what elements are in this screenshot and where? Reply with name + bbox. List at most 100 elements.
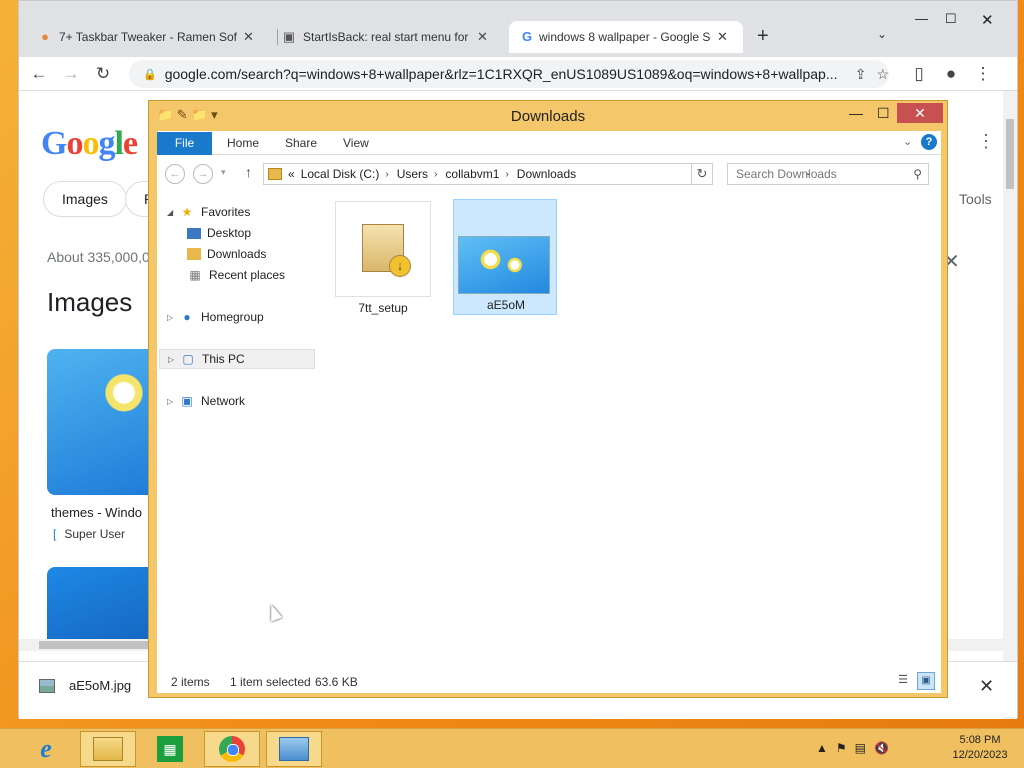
vertical-scrollbar[interactable] <box>1003 91 1017 719</box>
close-icon[interactable]: ✕ <box>979 676 994 697</box>
side-panel-icon[interactable]: ▯ <box>907 62 931 86</box>
installer-icon: ↓ <box>362 224 411 277</box>
recent-locations-icon[interactable]: ▾ <box>221 167 226 178</box>
close-icon[interactable]: ✕ <box>897 103 943 123</box>
chevron-down-icon[interactable]: ⌄ <box>877 27 887 41</box>
nav-label: Desktop <box>207 226 252 240</box>
image-result-thumbnail[interactable] <box>47 567 157 647</box>
store-icon: ▦ <box>157 736 183 762</box>
reload-icon[interactable]: ↻ <box>91 62 115 86</box>
expand-arrow-icon[interactable]: ▷ <box>167 313 177 322</box>
star-icon[interactable]: ☆ <box>876 66 889 83</box>
taskbar-file-explorer[interactable] <box>80 731 136 767</box>
nav-desktop[interactable]: Desktop <box>187 226 251 240</box>
image-result-thumbnail[interactable] <box>47 349 157 495</box>
tab-google-search[interactable]: G windows 8 wallpaper - Google Search ✕ <box>509 21 743 53</box>
file-name: aE5oM <box>486 298 526 312</box>
network-icon: ▣ <box>181 394 193 408</box>
tab-close-icon[interactable]: ✕ <box>477 29 488 45</box>
tab-close-icon[interactable]: ✕ <box>717 29 728 45</box>
nav-label: Homegroup <box>201 310 264 324</box>
file-list: ↓ 7tt_setup aE5oM <box>333 197 939 637</box>
back-arrow-icon[interactable]: ← <box>165 164 185 184</box>
breadcrumb-collabvm1[interactable]: collabvm1 <box>445 167 499 181</box>
nav-recent-places[interactable]: ▦ Recent places <box>187 268 285 282</box>
show-hidden-icons-icon[interactable]: ▲ <box>816 741 828 755</box>
chevron-right-icon[interactable]: › <box>505 169 508 180</box>
maximize-icon[interactable]: ☐ <box>877 105 890 122</box>
breadcrumb-users[interactable]: Users <box>397 167 428 181</box>
breadcrumb[interactable]: « Local Disk (C:) › Users › collabvm1 › … <box>263 163 812 185</box>
minimize-icon[interactable]: — <box>915 11 928 26</box>
file-item[interactable]: ↓ 7tt_setup <box>335 201 431 315</box>
tab-separator <box>277 29 278 45</box>
address-bar[interactable]: 🔒 google.com/search?q=windows+8+wallpape… <box>129 60 889 88</box>
new-tab-icon[interactable]: + <box>757 25 769 48</box>
tab-strip: ● 7+ Taskbar Tweaker - Ramen Software ✕ … <box>19 1 1017 57</box>
search-input[interactable]: Search Downloads ⚲ <box>727 163 929 185</box>
tab-home[interactable]: Home <box>227 136 259 150</box>
computer-icon: ▢ <box>182 352 194 366</box>
nav-this-pc[interactable]: ▷ ▢ This PC <box>159 349 315 369</box>
image-result-caption[interactable]: themes - Windo <box>51 505 142 520</box>
chevron-right-icon[interactable]: › <box>434 169 437 180</box>
breadcrumb-downloads[interactable]: Downloads <box>517 167 576 181</box>
tab-view[interactable]: View <box>343 136 369 150</box>
breadcrumb-prefix[interactable]: « <box>288 167 295 181</box>
internet-explorer-icon: e <box>40 734 52 763</box>
share-icon[interactable]: ⇪ <box>855 66 867 83</box>
minimize-icon[interactable]: — <box>849 105 863 121</box>
back-arrow-icon[interactable]: ← <box>27 62 51 86</box>
menu-icon[interactable]: ⋮ <box>971 62 995 86</box>
file-item-selected[interactable]: aE5oM <box>453 199 557 315</box>
url-text: google.com/search?q=windows+8+wallpaper&… <box>164 66 838 82</box>
flag-icon[interactable]: ⚑ <box>836 741 847 755</box>
up-arrow-icon[interactable]: ↑ <box>245 164 252 180</box>
star-icon: ★ <box>181 205 193 219</box>
nav-downloads[interactable]: Downloads <box>187 247 266 261</box>
browser-toolbar: ← → ↻ 🔒 google.com/search?q=windows+8+wa… <box>19 57 1017 91</box>
network-status-icon[interactable]: ▤ <box>855 741 866 755</box>
tab-taskbar-tweaker[interactable]: ● 7+ Taskbar Tweaker - Ramen Software ✕ <box>37 21 273 53</box>
tab-share[interactable]: Share <box>285 136 317 150</box>
help-icon[interactable]: ? <box>921 134 937 150</box>
download-item[interactable]: aE5oM.jpg <box>39 678 131 693</box>
chevron-right-icon[interactable]: › <box>385 169 388 180</box>
superuser-icon: [ <box>53 527 57 541</box>
desktop-icon <box>187 227 201 239</box>
expand-arrow-icon[interactable]: ▷ <box>167 397 177 406</box>
nav-network[interactable]: ▷ ▣ Network <box>167 394 245 408</box>
breadcrumb-local-disk[interactable]: Local Disk (C:) <box>301 167 380 181</box>
nav-label: This PC <box>202 352 245 366</box>
expand-arrow-icon[interactable]: ▷ <box>168 355 178 364</box>
refresh-icon[interactable]: ↻ <box>691 163 713 185</box>
close-icon[interactable]: ✕ <box>981 11 994 29</box>
forward-arrow-icon[interactable]: → <box>193 164 213 184</box>
tools-button[interactable]: Tools <box>959 191 992 207</box>
file-name: 7tt_setup <box>358 301 408 315</box>
tab-startisback[interactable]: ▣ StartIsBack: real start menu for Windo… <box>281 21 499 53</box>
nav-homegroup[interactable]: ▷ ● Homegroup <box>167 310 264 324</box>
tab-file[interactable]: File <box>157 132 212 155</box>
taskbar-chrome[interactable] <box>204 731 260 767</box>
nav-favorites[interactable]: ◢ ★ Favorites <box>167 205 250 219</box>
file-explorer-icon <box>93 737 123 761</box>
details-view-icon[interactable]: ☰ <box>895 673 911 689</box>
tab-close-icon[interactable]: ✕ <box>243 29 254 45</box>
recent-places-icon: ▦ <box>189 268 201 282</box>
images-chip[interactable]: Images <box>43 181 127 217</box>
volume-muted-icon[interactable]: 🔇 <box>874 741 889 755</box>
clock[interactable]: 5:08 PM 12/20/2023 <box>940 733 1020 763</box>
taskbar-store[interactable]: ▦ <box>142 731 198 767</box>
expand-arrow-icon[interactable]: ◢ <box>167 208 177 217</box>
taskbar-internet-explorer[interactable]: e <box>18 731 74 767</box>
google-doodle-logo[interactable]: Google <box>41 125 138 163</box>
large-icons-view-icon[interactable]: ▣ <box>917 672 935 690</box>
image-file-icon <box>39 678 55 693</box>
maximize-icon[interactable]: ☐ <box>945 11 957 27</box>
chevron-down-icon[interactable]: ⌄ <box>903 135 912 148</box>
forward-arrow-icon[interactable]: → <box>59 62 83 86</box>
taskbar-control-panel[interactable] <box>266 731 322 767</box>
explorer-titlebar[interactable]: 📁 ✎ 📁 ▾ Downloads — ☐ ✕ <box>149 101 947 131</box>
profile-icon[interactable]: ● <box>939 62 963 86</box>
